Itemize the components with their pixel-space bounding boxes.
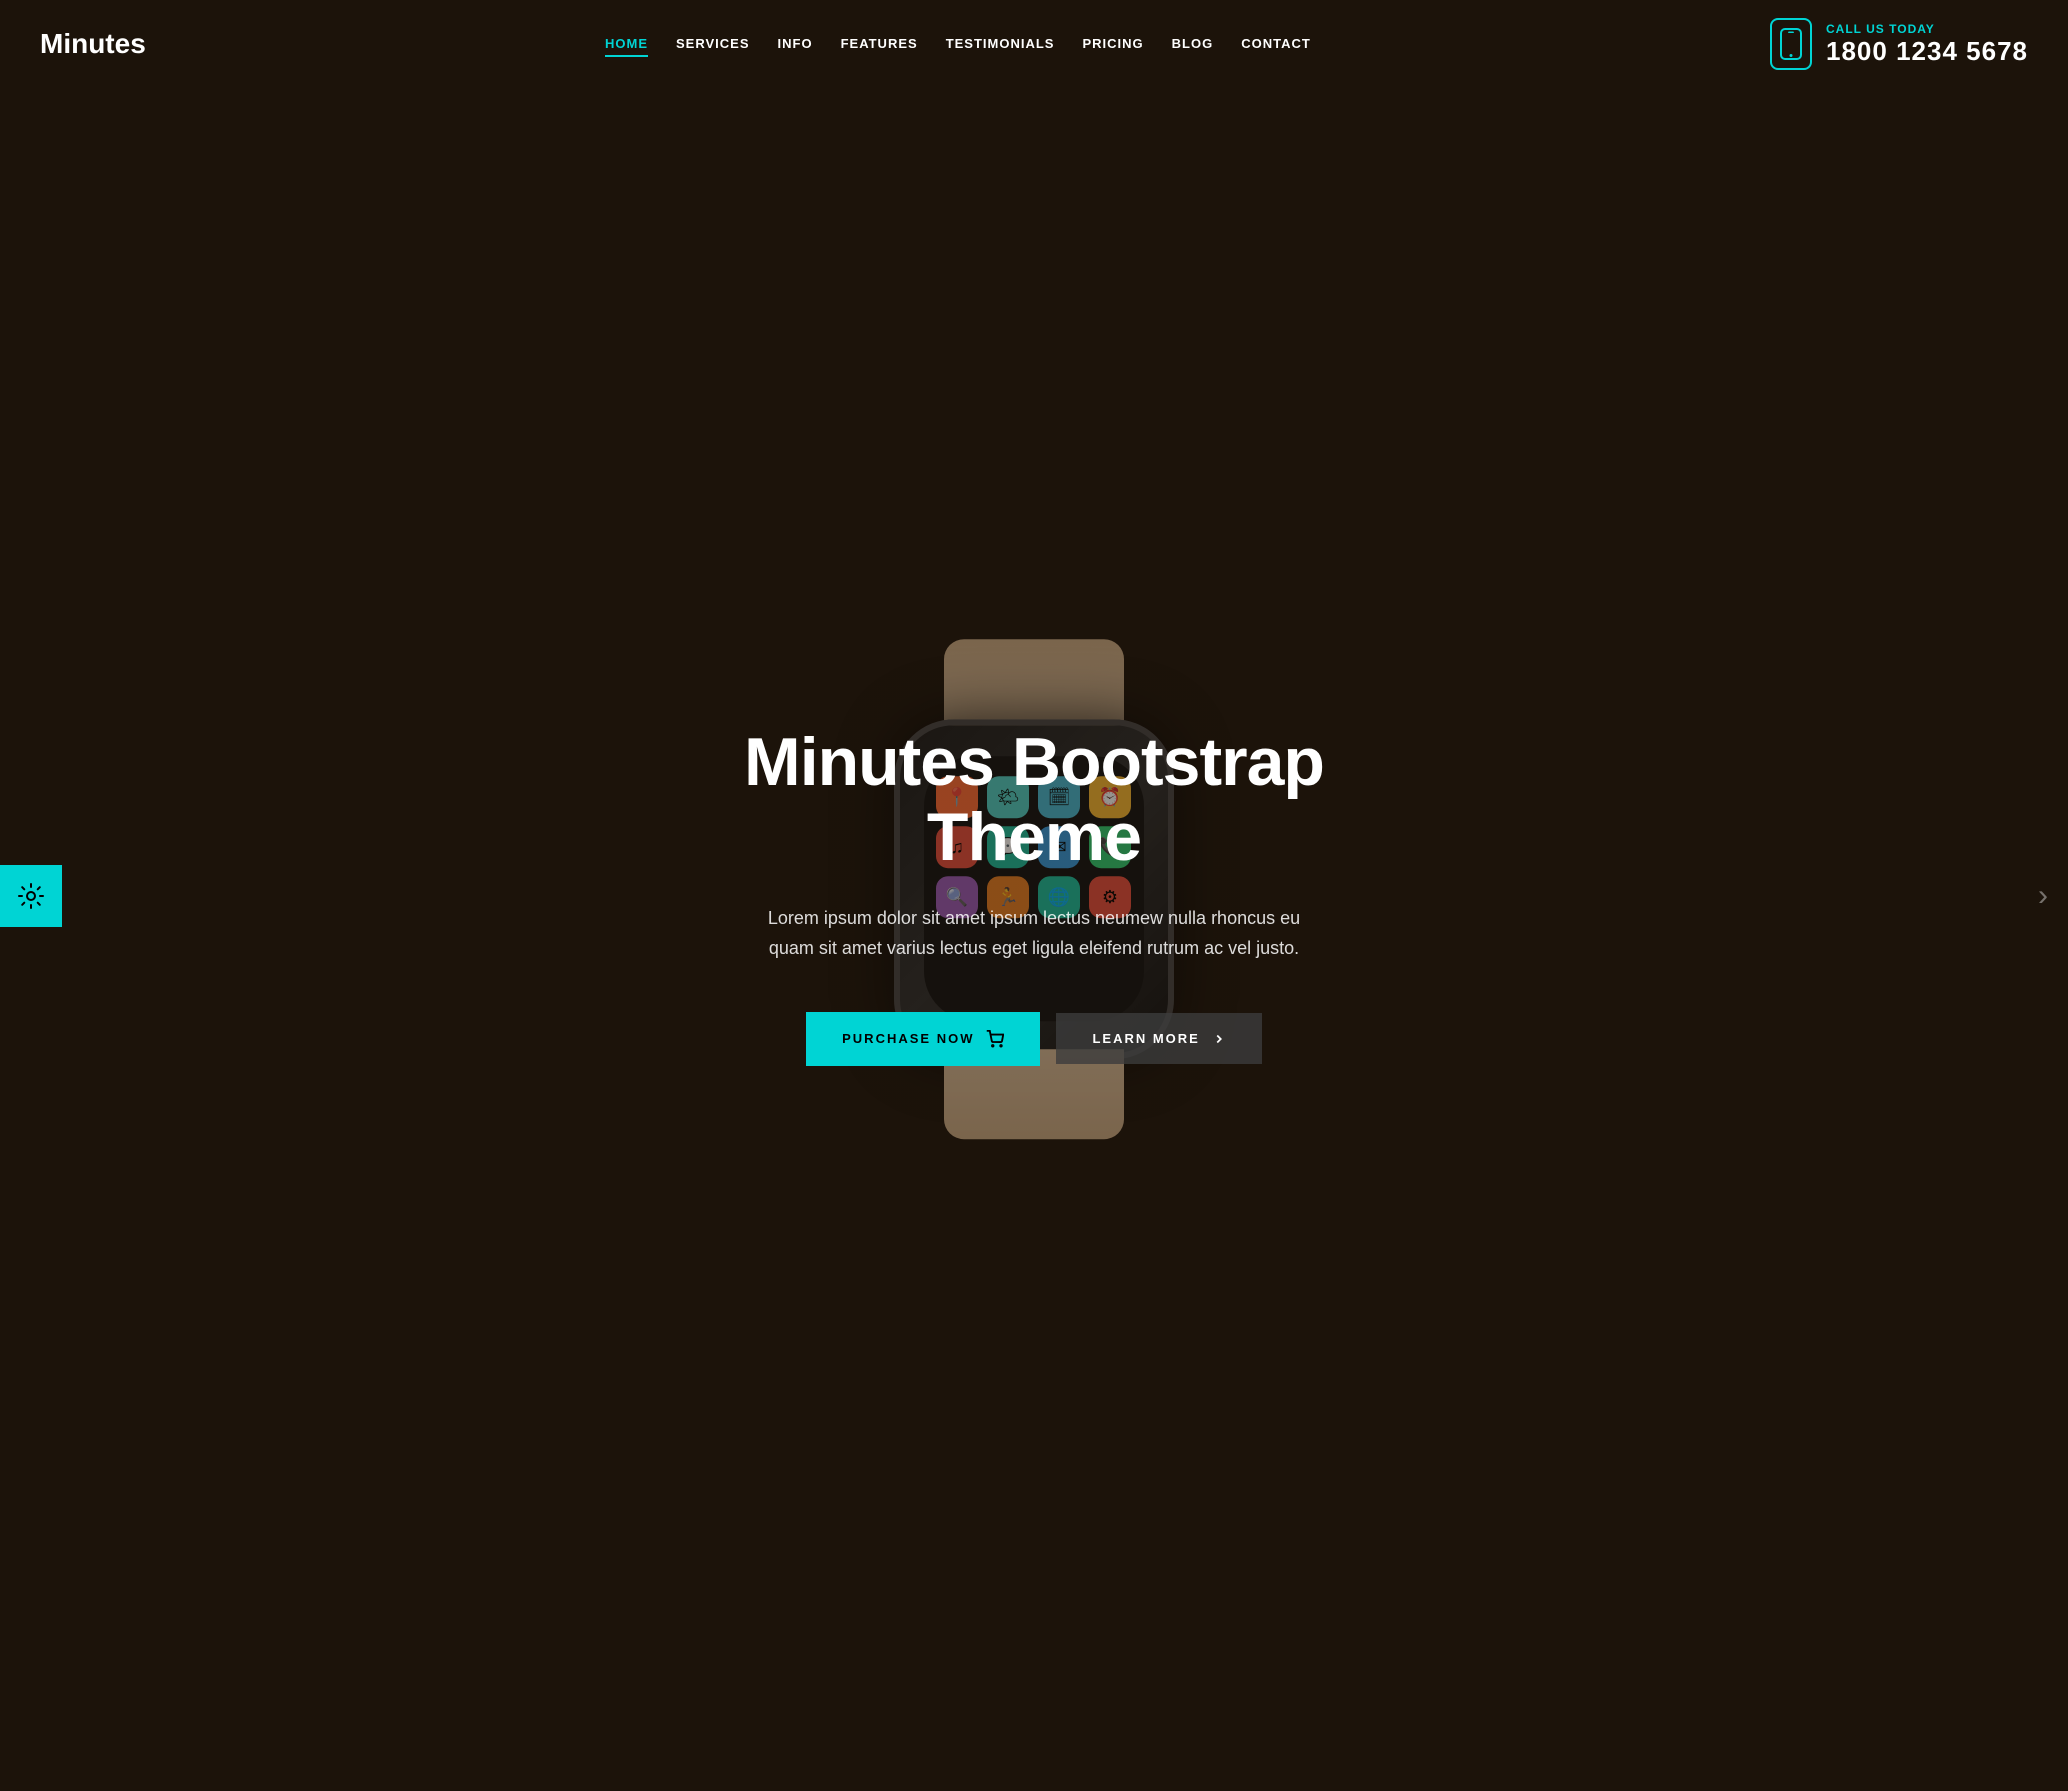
phone-icon xyxy=(1770,18,1812,70)
phone-label: CALL US TODAY xyxy=(1826,22,2028,36)
hero-next-arrow[interactable]: › xyxy=(2038,879,2048,913)
learn-more-label: LEARN MORE xyxy=(1092,1031,1199,1046)
gear-icon xyxy=(18,883,44,909)
hero-section: 📍 🌤 🗓 ⏰ ♫ 💬 ✉ 📞 🔍 🏃 🌐 ⚙ xyxy=(0,0,2068,1791)
nav-features[interactable]: FEATURES xyxy=(841,32,918,57)
hero-buttons: PURCHASE NOW LEARN MORE xyxy=(704,1012,1364,1066)
site-header: Minutes HOME SERVICES INFO FEATURES TEST… xyxy=(0,0,2068,88)
chevron-right-icon xyxy=(1212,1032,1226,1046)
nav-contact[interactable]: CONTACT xyxy=(1241,32,1311,57)
nav-blog[interactable]: BLOG xyxy=(1172,32,1214,57)
hero-title: Minutes Bootstrap Theme xyxy=(704,725,1364,875)
phone-section: CALL US TODAY 1800 1234 5678 xyxy=(1770,18,2028,70)
site-logo[interactable]: Minutes xyxy=(40,28,146,60)
hero-description: Lorem ipsum dolor sit amet ipsum lectus … xyxy=(764,903,1304,964)
settings-button[interactable] xyxy=(0,865,62,927)
nav-info[interactable]: INFO xyxy=(778,32,813,57)
main-nav: HOME SERVICES INFO FEATURES TESTIMONIALS… xyxy=(605,32,1311,57)
nav-services[interactable]: SERVICES xyxy=(676,32,750,57)
purchase-now-button[interactable]: PURCHASE NOW xyxy=(806,1012,1040,1066)
purchase-button-label: PURCHASE NOW xyxy=(842,1031,974,1046)
phone-number: 1800 1234 5678 xyxy=(1826,36,2028,67)
nav-testimonials[interactable]: TESTIMONIALS xyxy=(946,32,1055,57)
phone-info: CALL US TODAY 1800 1234 5678 xyxy=(1826,22,2028,67)
watch-strap-top xyxy=(944,639,1124,729)
nav-pricing[interactable]: PRICING xyxy=(1082,32,1143,57)
cart-icon xyxy=(986,1030,1004,1048)
learn-more-button[interactable]: LEARN MORE xyxy=(1056,1013,1261,1064)
hero-content: Minutes Bootstrap Theme Lorem ipsum dolo… xyxy=(684,725,1384,1066)
nav-home[interactable]: HOME xyxy=(605,32,648,57)
